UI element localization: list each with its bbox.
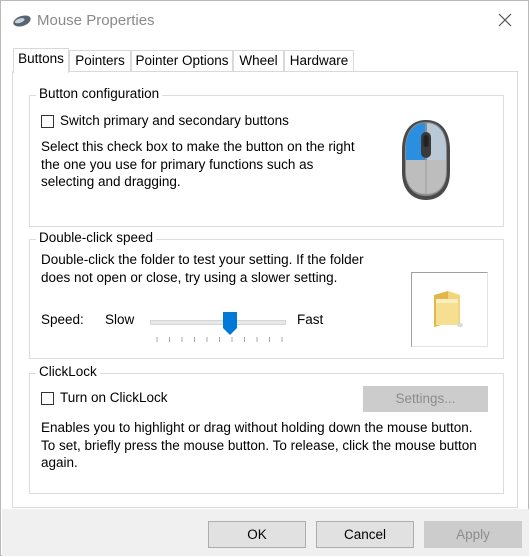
slider-thumb[interactable]	[223, 312, 237, 335]
switch-buttons-label[interactable]: Switch primary and secondary buttons	[60, 113, 289, 128]
tab-pointers[interactable]: Pointers	[69, 50, 131, 71]
clicklock-settings-button[interactable]: Settings...	[363, 386, 488, 412]
clicklock-label[interactable]: Turn on ClickLock	[60, 390, 168, 405]
cancel-button[interactable]: Cancel	[316, 521, 414, 548]
group-title-button-configuration: Button configuration	[36, 86, 163, 101]
slider-ticks	[156, 337, 283, 342]
group-title-clicklock: ClickLock	[36, 364, 100, 379]
description-line: Select this check box to make the button…	[41, 139, 355, 154]
description-line: selecting and dragging.	[41, 174, 181, 189]
double-click-speed-slider[interactable]	[150, 320, 286, 325]
button-config-description: Select this check box to make the button…	[41, 138, 355, 191]
window-title: Mouse Properties	[37, 12, 155, 29]
tab-wheel[interactable]: Wheel	[233, 50, 284, 71]
mouse-illustration-icon	[398, 116, 454, 205]
description-line: Double-click the folder to test your set…	[41, 252, 364, 267]
tab-hardware[interactable]: Hardware	[284, 50, 354, 71]
slow-label: Slow	[105, 312, 135, 327]
tab-buttons[interactable]: Buttons	[13, 48, 69, 73]
group-title-double-click-speed: Double-click speed	[36, 230, 157, 245]
folder-icon[interactable]	[430, 289, 466, 332]
speed-label: Speed:	[41, 312, 84, 327]
test-folder-area[interactable]	[411, 272, 488, 347]
apply-button[interactable]: Apply	[424, 521, 522, 548]
clicklock-description: Enables you to highlight or drag without…	[41, 419, 477, 472]
description-line: again.	[41, 455, 78, 470]
description-line: the one you use for primary functions su…	[41, 156, 314, 172]
description-line: Enables you to highlight or drag without…	[41, 420, 473, 435]
double-click-description: Double-click the folder to test your set…	[41, 251, 364, 286]
mouse-icon	[12, 14, 32, 28]
fast-label: Fast	[297, 312, 324, 327]
tab-pointer-options[interactable]: Pointer Options	[131, 50, 233, 71]
close-icon	[498, 13, 512, 27]
description-line: does not open or close, try using a slow…	[41, 269, 338, 285]
close-button[interactable]	[488, 5, 522, 35]
description-line: To set, briefly press the mouse button. …	[41, 437, 477, 453]
mouse-properties-window: Mouse Properties Buttons Pointers Pointe…	[0, 0, 529, 556]
ok-button[interactable]: OK	[208, 521, 306, 548]
clicklock-checkbox[interactable]	[41, 392, 54, 405]
switch-buttons-checkbox[interactable]	[41, 115, 54, 128]
title-bar: Mouse Properties	[1, 1, 528, 39]
